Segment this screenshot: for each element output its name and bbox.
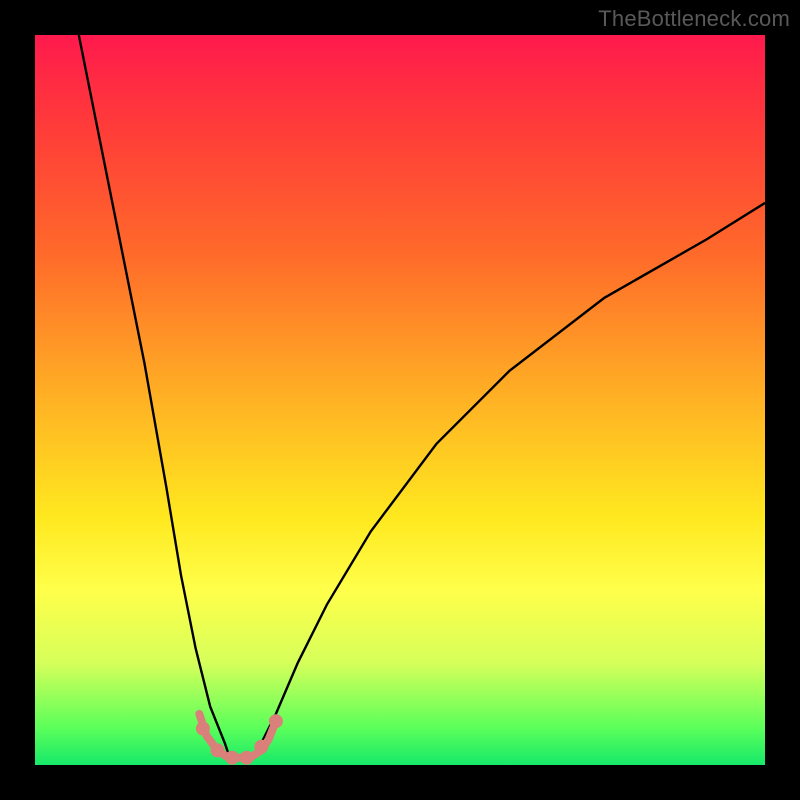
sweet-spot-dot xyxy=(240,751,254,765)
sweet-spot-dot xyxy=(196,722,210,736)
chart-frame: TheBottleneck.com xyxy=(0,0,800,800)
plot-area xyxy=(35,35,765,765)
sweet-spot-dot xyxy=(225,751,239,765)
sweet-spot-dot xyxy=(211,743,225,757)
sweet-spot-dot xyxy=(254,740,268,754)
bottleneck-curve xyxy=(79,35,765,758)
watermark-text: TheBottleneck.com xyxy=(598,6,790,32)
curve-layer xyxy=(35,35,765,765)
sweet-spot-arc xyxy=(199,714,276,758)
sweet-spot-dots xyxy=(196,714,283,765)
sweet-spot-dot xyxy=(269,714,283,728)
